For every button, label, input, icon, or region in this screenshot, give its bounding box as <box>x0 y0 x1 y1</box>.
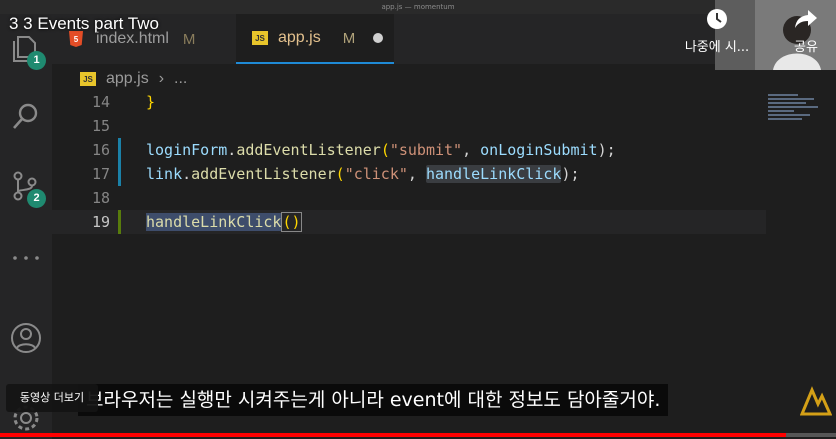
account-icon[interactable] <box>10 322 42 354</box>
line-number: 19 <box>91 213 110 231</box>
code-text: } <box>146 93 156 111</box>
more-videos-button[interactable]: 동영상 더보기 <box>6 384 98 412</box>
line-number: 15 <box>91 117 110 135</box>
minimap[interactable] <box>766 90 836 140</box>
breadcrumb: JS app.js › ... <box>80 68 187 90</box>
breadcrumb-file[interactable]: app.js <box>106 70 149 88</box>
channel-logo-icon[interactable] <box>799 386 833 416</box>
js-icon: JS <box>80 72 96 86</box>
source-control-badge: 2 <box>27 189 46 208</box>
share-button[interactable]: 공유 <box>784 8 828 55</box>
unsaved-dot-icon[interactable] <box>373 33 384 43</box>
line-number: 17 <box>91 165 110 183</box>
code-line: 16 loginForm.addEventListener("submit", … <box>52 138 766 162</box>
tab-app-js[interactable]: JS app.js M <box>236 14 394 64</box>
code-editor[interactable]: 14 } 15 16 loginForm.addEventListener("s… <box>52 90 766 380</box>
share-icon <box>795 10 817 28</box>
video-progress-fill <box>0 433 786 437</box>
breadcrumb-separator: › <box>158 70 165 87</box>
video-subtitle: 브라우저는 실행만 시켜주는게 아니라 event에 대한 정보도 담아줄거야. <box>78 384 669 416</box>
code-text: loginForm.addEventListener("submit", onL… <box>146 141 616 159</box>
svg-text:5: 5 <box>74 35 79 44</box>
clock-icon <box>707 9 727 29</box>
modified-gutter-marker <box>118 162 121 186</box>
tab-modified-indicator: M <box>342 29 356 47</box>
line-number: 18 <box>91 189 110 207</box>
modified-gutter-marker <box>118 138 121 162</box>
added-gutter-marker <box>118 210 121 234</box>
code-line: 14 } <box>52 90 766 114</box>
watch-later-label: 나중에 시... <box>684 40 750 55</box>
js-icon: JS <box>252 31 268 45</box>
explorer-badge: 1 <box>27 51 46 70</box>
line-number: 16 <box>91 141 110 159</box>
code-line: 17 link.addEventListener("click", handle… <box>52 162 766 186</box>
tab-filename: app.js <box>278 29 321 46</box>
video-progress-bar[interactable] <box>0 433 836 437</box>
search-icon[interactable] <box>10 100 42 132</box>
activity-bar: 1 2 <box>0 14 52 439</box>
code-line: 18 <box>52 186 766 210</box>
code-line: 15 <box>52 114 766 138</box>
share-label: 공유 <box>794 40 818 55</box>
code-text: handleLinkClick() <box>146 212 302 232</box>
watch-later-button[interactable]: 나중에 시... <box>680 8 754 55</box>
video-title[interactable]: 3 3 Events part Two <box>9 14 159 34</box>
code-line-current: 19 handleLinkClick() <box>52 210 766 234</box>
tab-modified-indicator: M <box>182 30 196 48</box>
code-text: link.addEventListener("click", handleLin… <box>146 165 580 183</box>
more-icon[interactable] <box>10 242 42 274</box>
line-number: 14 <box>91 93 110 111</box>
breadcrumb-more[interactable]: ... <box>174 70 187 88</box>
